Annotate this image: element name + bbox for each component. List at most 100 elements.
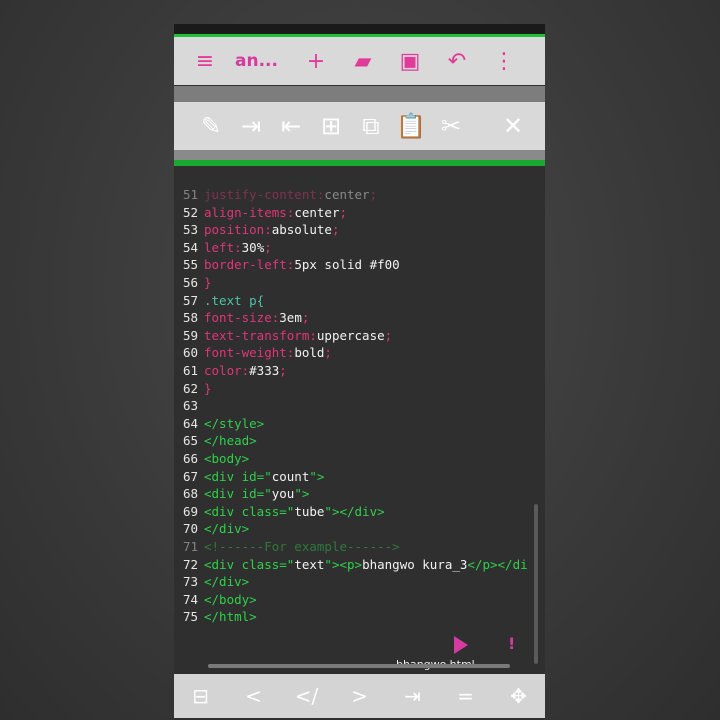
code-token: border-left:: [204, 257, 295, 273]
vertical-scrollbar[interactable]: [534, 504, 538, 664]
menu-icon[interactable]: ≡: [188, 44, 222, 78]
save-icon[interactable]: ▣: [393, 44, 427, 78]
code-token: ;: [339, 204, 347, 220]
code-token: 30%: [241, 239, 265, 255]
code-token: <div class=": [204, 556, 295, 572]
line-number: 53: [182, 222, 198, 238]
close-tag-key[interactable]: </: [287, 684, 327, 708]
edit-icon[interactable]: ✎: [194, 109, 228, 143]
line-number: 65: [182, 433, 198, 449]
keyboard-toggle-button[interactable]: ⊟: [181, 684, 221, 708]
move-cursor-key[interactable]: ✥: [499, 684, 539, 708]
horizontal-scrollbar[interactable]: [208, 664, 510, 668]
code-line[interactable]: 67 <div id="count">: [174, 468, 325, 486]
code-line[interactable]: 73 </div>: [174, 573, 249, 591]
code-token: </head>: [204, 433, 257, 449]
code-line[interactable]: 63: [174, 397, 204, 415]
code-line[interactable]: 58 font-size:3em;: [174, 309, 309, 327]
more-icon[interactable]: ⋮: [487, 44, 521, 78]
line-number: 72: [182, 556, 198, 572]
less-than-key[interactable]: <: [234, 684, 274, 708]
code-token: <body>: [204, 451, 250, 466]
code-token: ;: [301, 310, 310, 326]
code-line[interactable]: 60 font-weight:bold;: [174, 344, 332, 362]
close-icon[interactable]: ✕: [496, 109, 530, 143]
paste-icon[interactable]: 📋: [394, 109, 428, 143]
edit-toolbar: ✎ ⇥ ⇤ ⊞ ⧉ 📋 ✂ ✕: [174, 102, 545, 150]
code-line[interactable]: 54 left:30%;: [174, 239, 272, 257]
add-icon[interactable]: +: [299, 44, 333, 78]
code-token: "></div>: [324, 503, 385, 519]
code-token: ;: [384, 327, 393, 343]
line-number: 51: [182, 187, 198, 202]
editor-more-icon[interactable]: !: [508, 634, 515, 653]
code-line[interactable]: 51 justify-content:center;: [174, 186, 377, 204]
select-all-icon[interactable]: ⊞: [314, 109, 348, 143]
code-line[interactable]: 72 <div class="text"><p>bhangwo kura_3</p…: [174, 556, 528, 574]
code-line[interactable]: 75 </html>: [174, 608, 257, 626]
line-number: 70: [182, 521, 198, 537]
line-number: 57: [182, 292, 198, 308]
code-line[interactable]: 57 .text p{: [174, 292, 264, 310]
code-line[interactable]: 70 </div>: [174, 520, 249, 538]
code-token: center: [324, 187, 370, 202]
code-token: text: [294, 556, 325, 572]
phone-screen: ≡ an... + ▰ ▣ ↶ ⋮ ✎ ⇥ ⇤ ⊞ ⧉ 📋 ✂ ✕ 51 just…: [174, 24, 545, 720]
code-token: 5px solid #f00: [294, 257, 400, 273]
code-token: }: [204, 275, 212, 290]
code-token: ;: [369, 187, 378, 202]
line-number: 63: [182, 398, 198, 414]
toolbar-ghost-artifact-lower: [174, 150, 545, 160]
code-token: you: [271, 486, 295, 502]
code-line[interactable]: 62}: [174, 380, 212, 398]
toolbar-ghost-artifact: [174, 86, 545, 102]
code-token: <div class=": [204, 503, 295, 519]
code-line[interactable]: 66 <body>: [174, 450, 249, 468]
code-line[interactable]: 64 </style>: [174, 415, 264, 433]
code-line[interactable]: 71 <!------For example------>: [174, 538, 400, 556]
code-line[interactable]: 65 </head>: [174, 432, 257, 450]
copy-icon[interactable]: ⧉: [354, 109, 388, 143]
line-number: 52: [182, 204, 198, 220]
tab-key[interactable]: ⇥: [393, 684, 433, 708]
line-number: 64: [182, 415, 198, 431]
line-number: 60: [182, 345, 198, 361]
code-editor[interactable]: 51 justify-content:center; 52 align-items:c…: [174, 166, 545, 671]
code-line[interactable]: 68 <div id="you">: [174, 485, 309, 503]
cut-icon[interactable]: ✂: [434, 109, 468, 143]
code-line[interactable]: 53 position:absolute;: [174, 221, 340, 239]
code-token: ">: [309, 468, 325, 484]
undo-icon[interactable]: ↶: [440, 44, 474, 78]
code-token: <div id=": [204, 468, 272, 484]
code-line[interactable]: 69 <div class="tube"></div>: [174, 503, 385, 521]
code-token: position:: [204, 222, 272, 238]
code-line[interactable]: 55 border-left:5px solid #f00: [174, 256, 400, 274]
code-line[interactable]: 56}: [174, 274, 212, 292]
code-line[interactable]: 74 </body>: [174, 591, 257, 609]
code-token: font-weight:: [204, 345, 295, 361]
file-title-label[interactable]: an...: [235, 51, 285, 71]
folder-icon[interactable]: ▰: [346, 44, 380, 78]
code-token: bhangwo kura_3: [362, 556, 468, 572]
symbol-bar: ⊟ < </ > ⇥ = ✥: [174, 674, 545, 718]
code-token: </p></di: [467, 556, 528, 572]
equals-key[interactable]: =: [446, 684, 486, 708]
run-icon[interactable]: [454, 636, 468, 654]
code-token: "><p>: [324, 556, 363, 572]
line-number: 56: [182, 275, 198, 290]
outdent-icon[interactable]: ⇤: [274, 109, 308, 143]
line-number: 73: [182, 574, 198, 590]
line-number: 62: [182, 380, 198, 396]
code-line[interactable]: 61 color:#333;: [174, 362, 287, 380]
code-line[interactable]: 59 text-transform:uppercase;: [174, 327, 392, 345]
line-number: 67: [182, 468, 198, 484]
indent-icon[interactable]: ⇥: [234, 109, 268, 143]
code-line[interactable]: 52 align-items:center;: [174, 204, 347, 222]
code-token: </body>: [204, 591, 257, 607]
code-token: uppercase: [316, 327, 385, 343]
code-token: ;: [331, 222, 340, 238]
code-token: ">: [294, 486, 310, 502]
greater-than-key[interactable]: >: [340, 684, 380, 708]
line-number: 69: [182, 503, 198, 519]
code-token: justify-content:: [204, 187, 325, 202]
